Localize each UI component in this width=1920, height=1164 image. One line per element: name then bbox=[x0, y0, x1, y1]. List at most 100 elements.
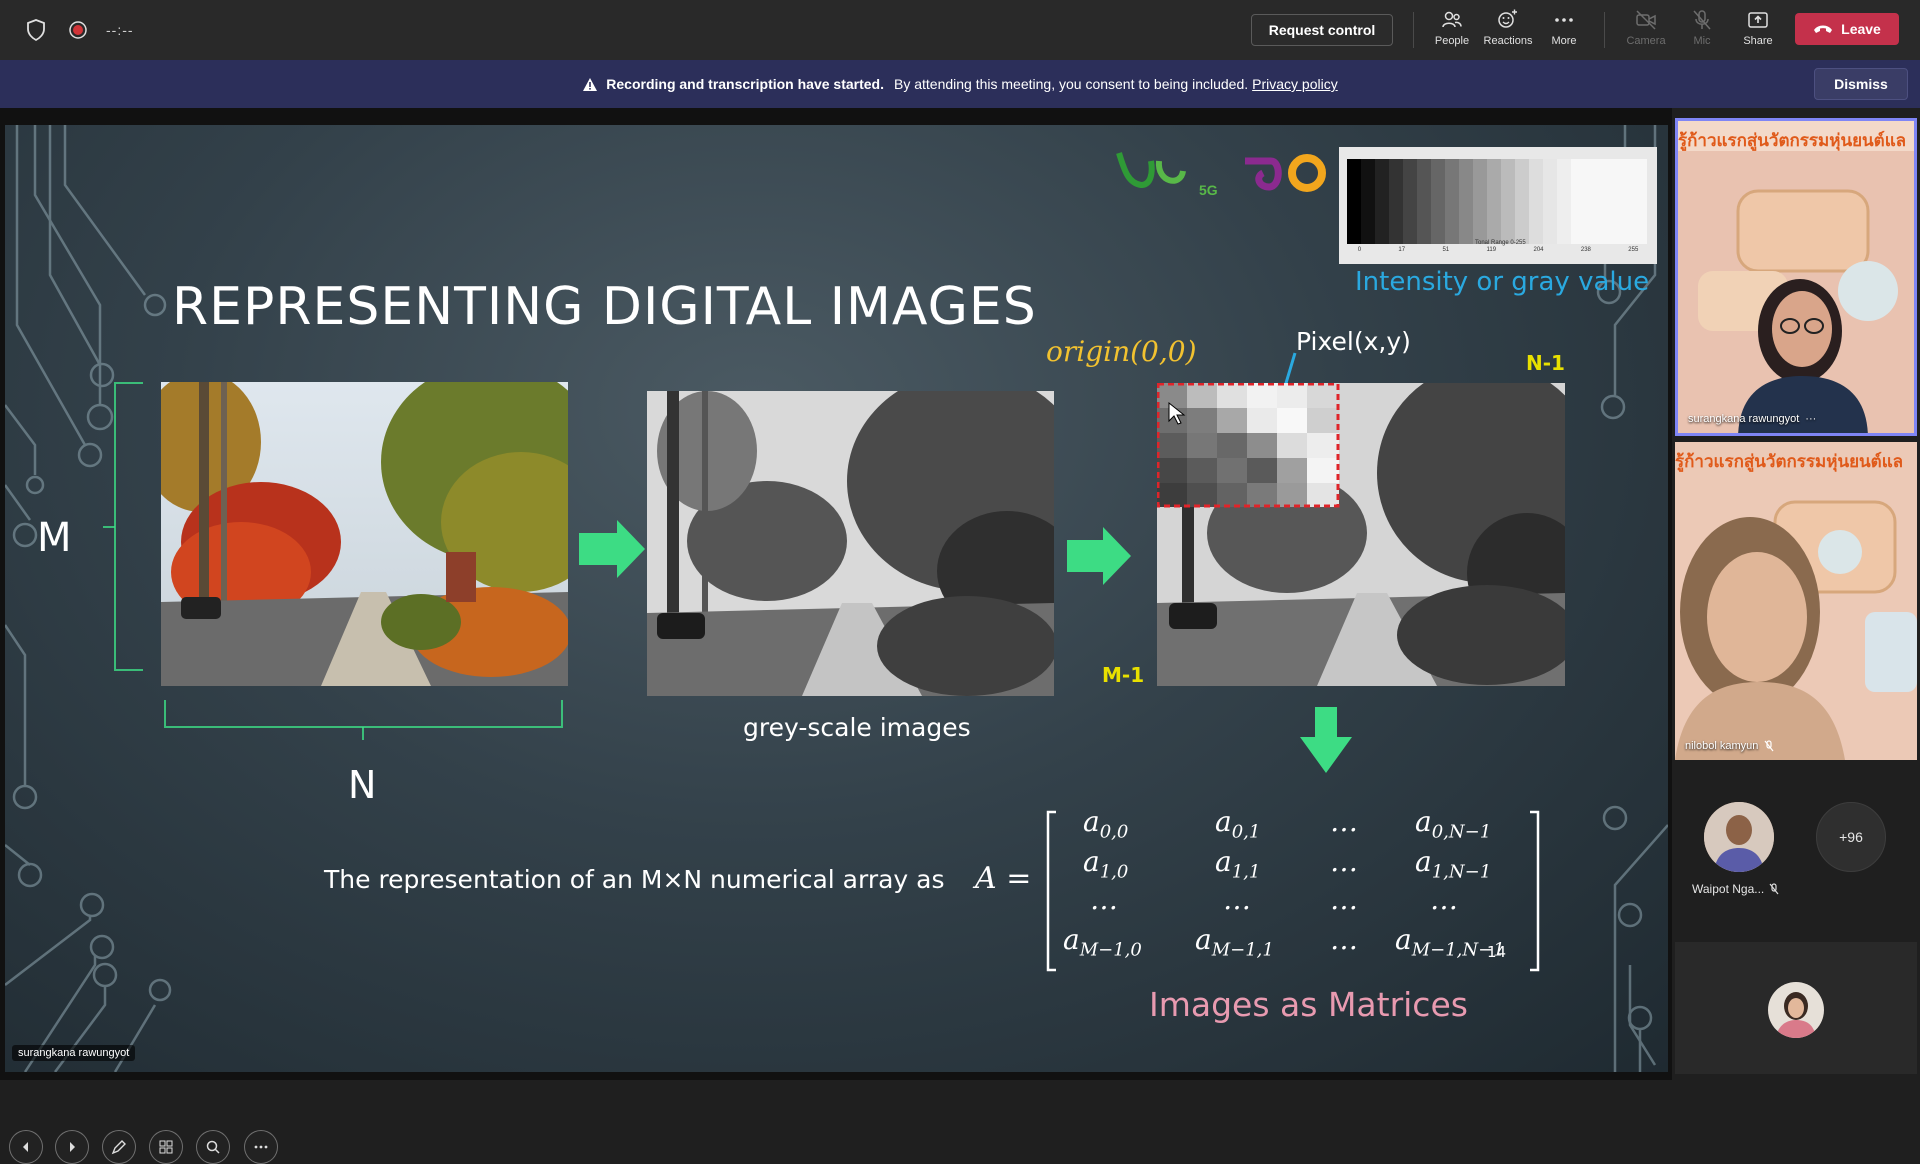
gray-tick: 51 bbox=[1442, 247, 1450, 253]
next-slide-button[interactable] bbox=[55, 1130, 89, 1164]
chevron-right-icon bbox=[70, 1142, 75, 1152]
presenter-name-tag: surangkana rawungyot bbox=[12, 1045, 136, 1061]
gray-scale-strip: 0 17 51 119 204 238 255 Tonal Range 0-25… bbox=[1339, 147, 1657, 264]
camera-off-icon bbox=[1636, 10, 1656, 30]
grayscale-pixel-image bbox=[1157, 383, 1565, 686]
matrix-description: The representation of an M×N numerical a… bbox=[324, 865, 945, 894]
shield-icon[interactable] bbox=[22, 16, 50, 44]
matrix-cell: aM−1,1 bbox=[1195, 923, 1274, 961]
reactions-button[interactable]: Reactions bbox=[1480, 8, 1536, 54]
presenter-more-button[interactable] bbox=[244, 1130, 278, 1164]
matrix-cell: a0,N−1 bbox=[1415, 805, 1492, 843]
more-label: More bbox=[1551, 35, 1577, 47]
more-participants-button[interactable]: +96 bbox=[1816, 802, 1886, 872]
matrix-cell: … bbox=[1223, 883, 1251, 916]
toolbar-divider bbox=[1413, 12, 1414, 48]
leave-label: Leave bbox=[1841, 21, 1881, 37]
participants-panel: รู้ก้าวแรกสู่นวัตกรรมหุ่นยนต์แล surangka… bbox=[1672, 108, 1920, 1080]
phone-hangup-icon bbox=[1814, 25, 1833, 33]
banner-text: By attending this meeting, you consent t… bbox=[894, 76, 1249, 92]
matrix-cell: a0,0 bbox=[1083, 805, 1129, 843]
people-button[interactable]: People bbox=[1424, 8, 1480, 54]
share-label: Share bbox=[1743, 35, 1773, 47]
gray-tick: 204 bbox=[1533, 247, 1544, 253]
grid-icon bbox=[159, 1140, 173, 1154]
more-button[interactable]: More bbox=[1536, 8, 1592, 54]
color-street-image bbox=[161, 382, 568, 686]
slide-title: REPRESENTING DIGITAL IMAGES bbox=[172, 277, 1037, 337]
pen-icon bbox=[111, 1140, 126, 1155]
reactions-icon bbox=[1498, 9, 1517, 28]
people-label: People bbox=[1434, 35, 1470, 47]
previous-slide-button[interactable] bbox=[9, 1130, 43, 1164]
dismiss-button[interactable]: Dismiss bbox=[1814, 68, 1908, 100]
participant-video-tile[interactable]: รู้ก้าวแรกสู่นวัตกรรมหุ่นยนต์แล nilobol … bbox=[1675, 442, 1917, 760]
participant-name: nilobol kamyun bbox=[1685, 740, 1774, 752]
chevron-left-icon bbox=[23, 1142, 28, 1152]
matrix-cell: a0,1 bbox=[1215, 805, 1261, 843]
participant-avatar-name-text: Waipot Nga... bbox=[1692, 882, 1765, 896]
privacy-policy-link[interactable]: Privacy policy bbox=[1252, 76, 1338, 92]
gray-scale-label: Tonal Range 0-255 bbox=[1475, 240, 1526, 246]
matrix-cell: … bbox=[1330, 805, 1358, 838]
zoom-button[interactable] bbox=[196, 1130, 230, 1164]
presentation-slide: 5G 0 17 51 119 204 238 255 Tonal Range 0… bbox=[5, 125, 1668, 1072]
warning-icon bbox=[583, 77, 598, 91]
gray-scale-ticks: 0 17 51 119 204 238 255 bbox=[1339, 247, 1657, 253]
n-label: N bbox=[348, 763, 377, 807]
matrix-cell: aM−1,0 bbox=[1063, 923, 1142, 961]
gray-tick: 255 bbox=[1628, 247, 1639, 253]
intensity-label: Intensity or gray value bbox=[1355, 267, 1650, 297]
participant-video-tile[interactable]: รู้ก้าวแรกสู่นวัตกรรมหุ่นยนต์แล surangka… bbox=[1675, 118, 1917, 436]
recording-banner: Recording and transcription have started… bbox=[0, 60, 1920, 108]
banner-bold-text: Recording and transcription have started… bbox=[606, 76, 884, 92]
slide-page-number: 14 bbox=[1487, 943, 1507, 961]
more-options-icon[interactable]: ··· bbox=[1805, 413, 1816, 425]
camera-label: Camera bbox=[1626, 35, 1666, 47]
meeting-timer: --:-- bbox=[106, 22, 134, 38]
logo-5g-text: 5G bbox=[1199, 182, 1218, 198]
mic-button[interactable]: Mic bbox=[1674, 8, 1730, 54]
matrix-cell: … bbox=[1430, 883, 1458, 916]
meeting-toolbar: --:-- Request control People Reactions M… bbox=[0, 0, 1920, 60]
grey-scale-caption: grey-scale images bbox=[743, 713, 971, 742]
matrix-cell: … bbox=[1330, 923, 1358, 956]
matrix-cell: a1,0 bbox=[1083, 845, 1129, 883]
leave-button[interactable]: Leave bbox=[1795, 13, 1899, 45]
toolbar-divider bbox=[1604, 12, 1605, 48]
recording-icon bbox=[64, 16, 92, 44]
more-icon bbox=[1555, 18, 1573, 22]
matrix-cell: … bbox=[1330, 883, 1358, 916]
grayscale-street-image bbox=[647, 391, 1054, 696]
grid-view-button[interactable] bbox=[149, 1130, 183, 1164]
self-view-tile[interactable] bbox=[1675, 942, 1917, 1074]
matrix-cell: … bbox=[1090, 883, 1118, 916]
gray-tick: 119 bbox=[1486, 247, 1497, 253]
origin-label: origin(0,0) bbox=[1046, 335, 1197, 368]
m-minus-one-label: M-1 bbox=[1102, 663, 1145, 687]
share-icon bbox=[1748, 12, 1768, 28]
participant-avatar-name: Waipot Nga... bbox=[1692, 882, 1779, 896]
more-icon bbox=[254, 1145, 268, 1149]
shared-screen: 5G 0 17 51 119 204 238 255 Tonal Range 0… bbox=[0, 108, 1672, 1164]
matrix-cell: a1,N−1 bbox=[1415, 845, 1492, 883]
participant-avatar[interactable] bbox=[1704, 802, 1774, 872]
gray-tick: 238 bbox=[1580, 247, 1591, 253]
pen-button[interactable] bbox=[102, 1130, 136, 1164]
gray-tick: 0 bbox=[1357, 247, 1362, 253]
pixel-label: Pixel(x,y) bbox=[1296, 327, 1411, 356]
tile-banner-text: รู้ก้าวแรกสู่นวัตกรรมหุ่นยนต์แล bbox=[1675, 452, 1904, 471]
mic-muted-icon bbox=[1764, 740, 1774, 752]
matrix-equation: A = a0,0 a0,1 … a0,N−1 a1,0 a1,1 … a1,N−… bbox=[975, 805, 1547, 963]
mic-muted-icon bbox=[1769, 883, 1779, 895]
participant-name-text: nilobol kamyun bbox=[1685, 740, 1759, 752]
self-avatar bbox=[1768, 982, 1824, 1038]
request-control-button[interactable]: Request control bbox=[1251, 14, 1393, 46]
reactions-label: Reactions bbox=[1483, 35, 1533, 47]
share-button[interactable]: Share bbox=[1730, 8, 1786, 54]
mic-off-icon bbox=[1693, 10, 1711, 30]
participant-name-text: surangkana rawungyot bbox=[1688, 413, 1800, 425]
n-minus-one-label: N-1 bbox=[1526, 351, 1565, 375]
camera-button[interactable]: Camera bbox=[1618, 8, 1674, 54]
search-icon bbox=[206, 1140, 220, 1154]
